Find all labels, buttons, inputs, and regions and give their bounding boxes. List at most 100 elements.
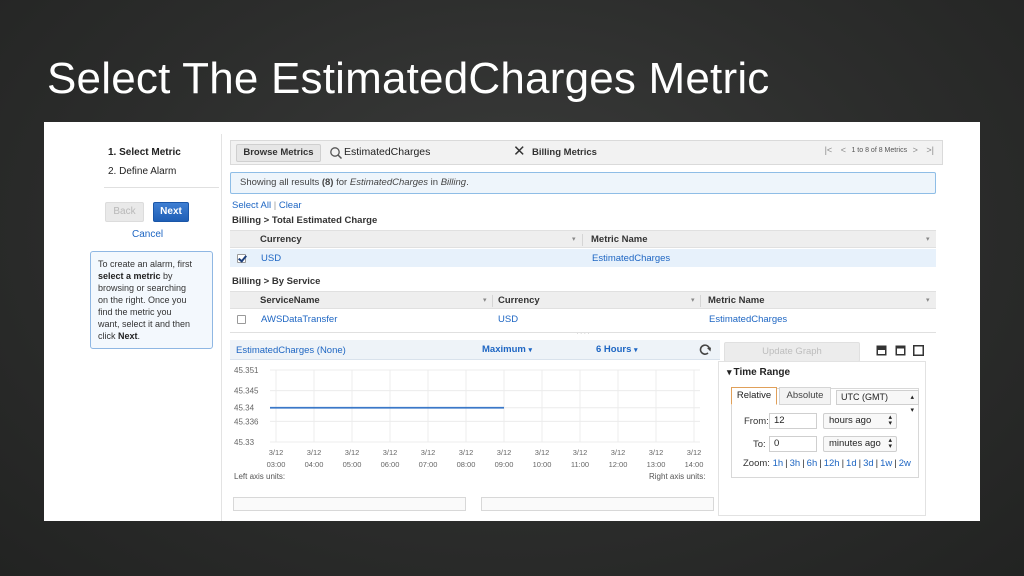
help-line: browsing or searching	[98, 283, 187, 293]
x-tick-label: 11:00	[571, 460, 589, 469]
period-value: 6 Hours	[596, 344, 632, 355]
update-graph-button[interactable]: Update Graph	[724, 342, 860, 362]
x-tick-label: 3/12	[497, 448, 512, 457]
wizard-step-select-metric[interactable]: 1. Select Metric	[108, 147, 181, 158]
clear-search-icon[interactable]: ✕	[513, 143, 526, 161]
next-button[interactable]: Next	[153, 202, 189, 222]
column-divider	[492, 295, 493, 307]
zoom-1d-link[interactable]: 1d	[846, 458, 857, 469]
x-tick-label: 3/12	[307, 448, 322, 457]
row-checkbox[interactable]	[237, 315, 246, 324]
slide-title: Select The EstimatedCharges Metric	[47, 54, 770, 103]
metric-chart: 45.35145.34545.3445.33645.33 3/1203:003/…	[234, 366, 703, 469]
sort-caret-icon[interactable]: ▾	[572, 235, 576, 243]
column-header-metric-name[interactable]: Metric Name	[591, 234, 648, 245]
column-header-metric-name[interactable]: Metric Name	[708, 295, 765, 306]
row-checkbox[interactable]	[237, 254, 246, 263]
cell-currency: USD	[261, 253, 282, 264]
help-line: on the right. Once you	[98, 295, 187, 305]
graph-title: EstimatedCharges (None)	[236, 345, 346, 356]
table-header: ServiceName ▾ Currency ▾ Metric Name ▾	[230, 291, 936, 309]
metrics-toolbar: Browse Metrics EstimatedCharges ✕ Billin…	[230, 140, 943, 165]
zoom-1h-link[interactable]: 1h	[773, 458, 784, 469]
search-icon	[330, 147, 343, 160]
column-header-currency[interactable]: Currency	[498, 295, 540, 306]
tab-absolute[interactable]: Absolute	[779, 387, 831, 405]
help-line: select a metric by	[98, 270, 205, 282]
timezone-select[interactable]: UTC (GMT) ▴ ▾	[836, 390, 919, 414]
x-tick-label: 3/12	[649, 448, 664, 457]
x-tick-label: 07:00	[419, 460, 438, 469]
x-tick-label: 3/12	[421, 448, 436, 457]
table-row[interactable]: AWSDataTransfer USD EstimatedCharges	[230, 310, 936, 328]
zoom-3h-link[interactable]: 3h	[790, 458, 801, 469]
sort-caret-icon[interactable]: ▾	[926, 296, 930, 304]
refresh-icon[interactable]	[698, 343, 712, 357]
zoom-6h-link[interactable]: 6h	[807, 458, 818, 469]
cell-currency: USD	[498, 314, 519, 325]
from-value-input[interactable]: 12	[769, 413, 817, 429]
table-row[interactable]: USD EstimatedCharges	[230, 249, 936, 267]
sort-caret-icon[interactable]: ▾	[691, 296, 695, 304]
prev-page-icon[interactable]: <	[841, 145, 846, 155]
results-text: in	[428, 177, 441, 188]
from-unit-select[interactable]: hours ago ▴ ▾	[823, 413, 897, 429]
selection-links: Select All | Clear	[232, 200, 302, 211]
help-text: by	[160, 271, 173, 281]
x-tick-label: 3/12	[573, 448, 588, 457]
cell-metric-name[interactable]: EstimatedCharges	[709, 314, 787, 325]
wizard-step-define-alarm[interactable]: 2. Define Alarm	[108, 166, 176, 177]
wizard-divider	[104, 187, 219, 188]
clear-selection-link[interactable]: Clear	[279, 200, 302, 211]
period-dropdown[interactable]: 6 Hours ▾	[596, 344, 638, 355]
help-line: To create an alarm, first	[98, 259, 193, 269]
results-text: .	[466, 177, 469, 188]
resize-handle[interactable]: · · · ·	[230, 331, 936, 337]
results-text: Showing all results	[240, 177, 322, 188]
cell-service-name: AWSDataTransfer	[261, 314, 338, 325]
sort-caret-icon[interactable]: ▾	[483, 296, 487, 304]
cancel-link[interactable]: Cancel	[132, 229, 163, 240]
select-all-link[interactable]: Select All	[232, 200, 271, 211]
zoom-separator: |	[819, 458, 822, 469]
last-page-icon[interactable]: >|	[926, 145, 934, 155]
layout-medium-icon[interactable]	[895, 345, 906, 356]
column-header-currency[interactable]: Currency	[260, 234, 302, 245]
results-summary: Showing all results (8) for EstimatedCha…	[230, 172, 936, 194]
help-line: click Next.	[98, 330, 205, 342]
zoom-separator: |	[785, 458, 788, 469]
tab-relative[interactable]: Relative	[731, 387, 777, 405]
pagination: |< < 1 to 8 of 8 Metrics > >|	[825, 145, 934, 155]
browse-metrics-button[interactable]: Browse Metrics	[236, 144, 321, 162]
cell-metric-name[interactable]: EstimatedCharges	[592, 253, 670, 264]
zoom-options: Zoom: 1h | 3h | 6h | 12h | 1d | 3d | 1w | 2w	[743, 458, 911, 469]
right-axis-units-input[interactable]	[481, 497, 714, 511]
chevron-down-icon: ▾	[528, 347, 532, 354]
statistic-dropdown[interactable]: Maximum ▾	[482, 344, 532, 355]
column-divider	[582, 234, 583, 246]
zoom-1w-link[interactable]: 1w	[880, 458, 892, 469]
layout-small-icon[interactable]	[876, 345, 887, 356]
first-page-icon[interactable]: |<	[825, 145, 833, 155]
search-input[interactable]: EstimatedCharges	[344, 146, 430, 158]
time-range-heading[interactable]: Time Range	[727, 367, 791, 378]
to-unit-select[interactable]: minutes ago ▴ ▾	[823, 436, 897, 452]
layout-large-icon[interactable]	[913, 345, 924, 356]
x-tick-label: 03:00	[267, 460, 286, 469]
to-value-input[interactable]: 0	[769, 436, 817, 452]
panel-divider	[221, 134, 222, 521]
next-page-icon[interactable]: >	[913, 145, 918, 155]
help-text: click	[98, 331, 118, 341]
select-arrow-icon: ▴ ▾	[888, 414, 892, 427]
sort-caret-icon[interactable]: ▾	[926, 235, 930, 243]
chevron-down-icon: ▾	[634, 347, 638, 354]
zoom-3d-link[interactable]: 3d	[863, 458, 874, 469]
graph-header: EstimatedCharges (None) Maximum ▾ 6 Hour…	[230, 340, 720, 360]
zoom-2w-link[interactable]: 2w	[899, 458, 911, 469]
column-header-service-name[interactable]: ServiceName	[260, 295, 320, 306]
zoom-12h-link[interactable]: 12h	[824, 458, 840, 469]
namespace-label: Billing Metrics	[532, 147, 597, 158]
chart-grid	[270, 369, 700, 443]
back-button[interactable]: Back	[105, 202, 144, 222]
left-axis-units-input[interactable]	[233, 497, 466, 511]
